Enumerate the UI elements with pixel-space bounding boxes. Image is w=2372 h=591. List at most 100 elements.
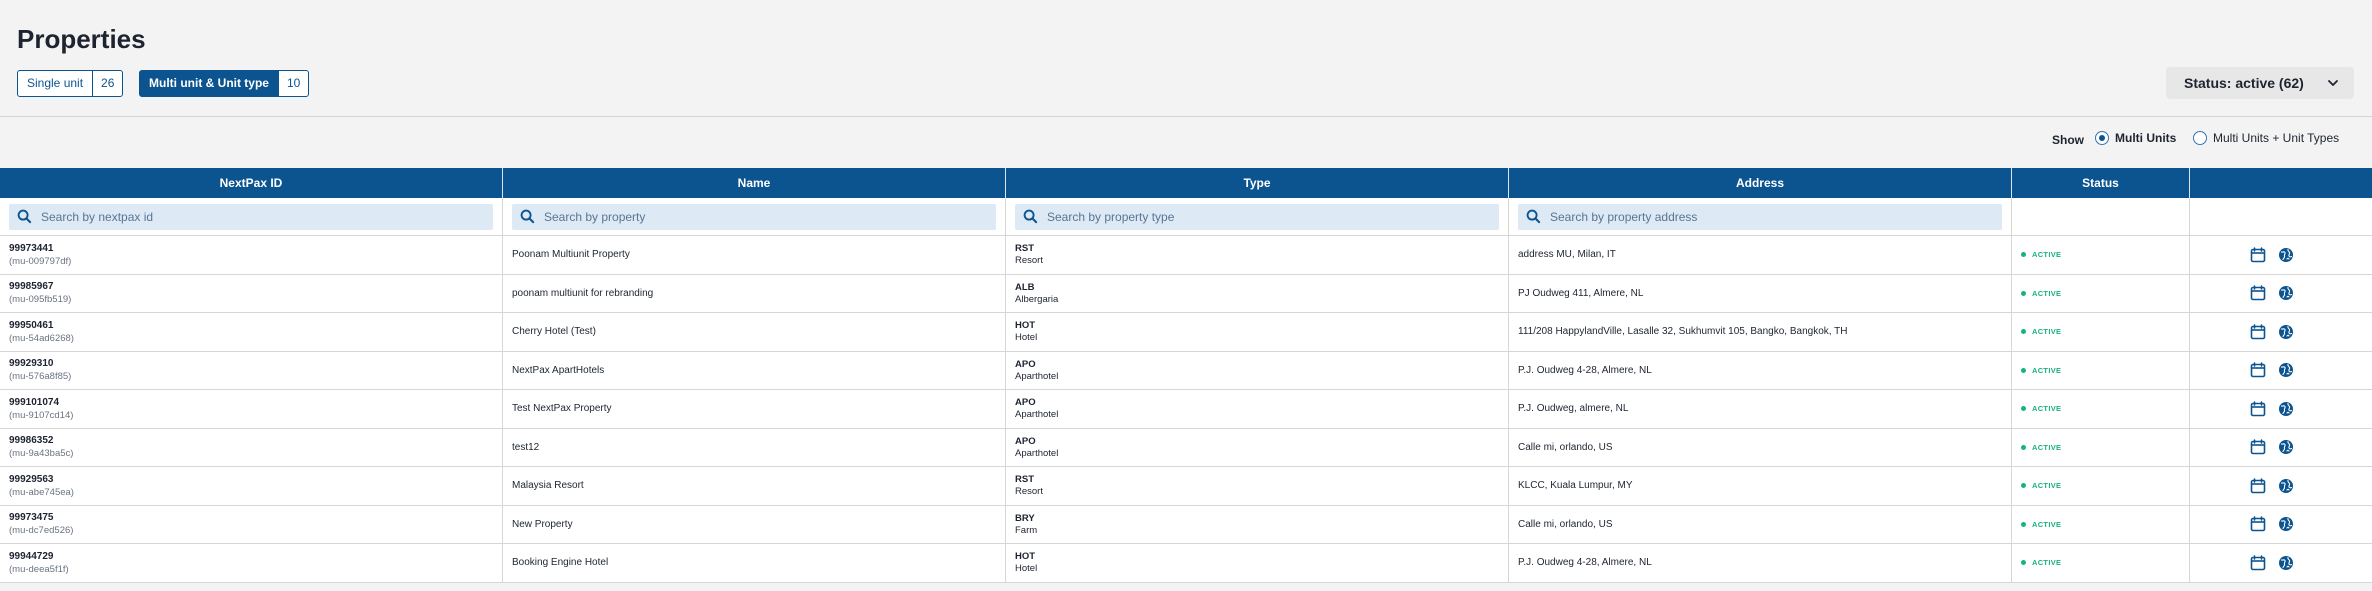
globe-icon[interactable] xyxy=(2278,555,2294,571)
nextpax-sub-id: (mu-abe745ea) xyxy=(9,486,74,498)
nextpax-id: 99944729 xyxy=(9,550,54,562)
nextpax-id: 99986352 xyxy=(9,435,54,447)
address-cell: Calle mi, orlando, US xyxy=(1509,505,2012,543)
status-dot xyxy=(2021,444,2026,450)
nextpax-id: 99973475 xyxy=(9,512,54,524)
calendar-icon[interactable] xyxy=(2250,323,2266,340)
multi-unit-label: Multi unit & Unit type xyxy=(149,76,269,90)
search-address-input[interactable]: Search by property address xyxy=(1518,203,2002,230)
column-header-address[interactable]: Address xyxy=(1509,168,2012,198)
search-name-input[interactable]: Search by property xyxy=(512,203,996,230)
table-row[interactable]: 99944729 (mu-deea5f1f) Booking Engine Ho… xyxy=(0,544,2372,583)
globe-icon[interactable] xyxy=(2278,401,2294,417)
actions-cell xyxy=(2190,544,2372,582)
type-cell: RST Resort xyxy=(1006,236,1509,274)
type-code: ALB xyxy=(1015,281,1035,293)
status-dot xyxy=(2021,521,2026,527)
address-cell: KLCC, Kuala Lumpur, MY xyxy=(1509,467,2012,505)
table-row[interactable]: 99973441 (mu-009797df) Poonam Multiunit … xyxy=(0,236,2372,275)
address-cell: 111/208 HappylandVille, Lasalle 32, Sukh… xyxy=(1509,313,2012,351)
nextpax-sub-id: (mu-deea5f1f) xyxy=(9,563,69,575)
property-address: address MU, Milan, IT xyxy=(1518,249,1616,261)
search-id-input[interactable]: Search by nextpax id xyxy=(9,203,493,230)
nextpax-sub-id: (mu-095fb519) xyxy=(9,294,72,306)
calendar-icon[interactable] xyxy=(2250,477,2266,494)
calendar-icon[interactable] xyxy=(2250,285,2266,301)
search-type-input[interactable]: Search by property type xyxy=(1015,203,1499,230)
status-dot xyxy=(2021,406,2026,412)
status-dot xyxy=(2021,560,2026,566)
address-cell: Calle mi, orlando, US xyxy=(1509,428,2012,466)
type-name: Hotel xyxy=(1015,563,1038,575)
actions-cell xyxy=(2190,236,2372,274)
search-cell: Search by property type xyxy=(1006,198,1509,235)
id-cell: 99973441 (mu-009797df) xyxy=(0,236,503,274)
property-name: Poonam Multiunit Property xyxy=(512,249,630,261)
search-address-placeholder: Search by property address xyxy=(1550,209,1698,224)
header-divider xyxy=(0,116,2372,117)
calendar-icon[interactable] xyxy=(2250,554,2266,571)
type-cell: APO Aparthotel xyxy=(1006,390,1509,428)
globe-icon[interactable] xyxy=(2278,439,2294,455)
radio-multi-units[interactable]: Multi Units xyxy=(2095,131,2176,145)
search-icon xyxy=(17,209,32,224)
radio-multi-units-types[interactable]: Multi Units + Unit Types xyxy=(2193,131,2339,145)
property-name: Malaysia Resort xyxy=(512,480,584,492)
status-dropdown-label: Status: active (62) xyxy=(2184,75,2304,91)
table-row[interactable]: 99929563 (mu-abe745ea) Malaysia Resort R… xyxy=(0,467,2372,506)
type-cell: HOT Hotel xyxy=(1006,544,1509,582)
type-cell: HOT Hotel xyxy=(1006,313,1509,351)
name-cell: Cherry Hotel (Test) xyxy=(503,313,1006,351)
property-address: KLCC, Kuala Lumpur, MY xyxy=(1518,480,1633,492)
calendar-icon[interactable] xyxy=(2250,439,2266,455)
search-type-placeholder: Search by property type xyxy=(1047,209,1175,224)
multi-unit-filter[interactable]: Multi unit & Unit type 10 xyxy=(139,70,310,97)
search-cell-empty xyxy=(2190,198,2372,235)
property-address: Calle mi, orlando, US xyxy=(1518,441,1613,453)
globe-icon[interactable] xyxy=(2278,324,2294,340)
column-header-type[interactable]: Type xyxy=(1006,168,1509,198)
type-name: Aparthotel xyxy=(1015,370,1059,382)
status-dropdown[interactable]: Status: active (62) xyxy=(2166,67,2354,99)
single-unit-filter[interactable]: Single unit 26 xyxy=(17,70,124,97)
globe-icon[interactable] xyxy=(2278,516,2294,532)
table-row[interactable]: 99950461 (mu-54ad6268) Cherry Hotel (Tes… xyxy=(0,313,2372,352)
globe-icon[interactable] xyxy=(2278,362,2294,378)
type-code: HOT xyxy=(1015,551,1036,563)
calendar-icon[interactable] xyxy=(2250,362,2266,378)
status-badge: ACTIVE xyxy=(2032,442,2062,452)
globe-icon[interactable] xyxy=(2278,285,2294,301)
table-row[interactable]: 99985967 (mu-095fb519) poonam multiunit … xyxy=(0,274,2372,313)
status-badge: ACTIVE xyxy=(2032,481,2062,491)
radio-label: Multi Units xyxy=(2115,131,2177,145)
table-row[interactable]: 99973475 (mu-dc7ed526) New Property BRY … xyxy=(0,505,2372,544)
type-name: Aparthotel xyxy=(1015,409,1059,421)
nextpax-id: 99950461 xyxy=(9,319,54,331)
nextpax-id: 99985967 xyxy=(9,281,54,293)
actions-cell xyxy=(2190,275,2372,313)
status-cell: ACTIVE xyxy=(2012,505,2190,543)
search-cell: Search by property xyxy=(503,198,1006,235)
type-name: Hotel xyxy=(1015,332,1038,344)
table-row[interactable]: 99929310 (mu-576a8f85) NextPax ApartHote… xyxy=(0,351,2372,390)
column-header-actions xyxy=(2190,168,2372,198)
property-name: poonam multiunit for rebranding xyxy=(512,287,654,299)
table-row[interactable]: 99986352 (mu-9a43ba5c) test12 APO Aparth… xyxy=(0,428,2372,467)
type-cell: ALB Albergaria xyxy=(1006,274,1509,312)
column-header-name[interactable]: Name xyxy=(503,168,1006,198)
globe-icon[interactable] xyxy=(2278,247,2294,263)
globe-icon[interactable] xyxy=(2278,478,2294,494)
calendar-icon[interactable] xyxy=(2250,246,2266,263)
radio-circle xyxy=(2193,131,2207,145)
id-cell: 99985967 (mu-095fb519) xyxy=(0,274,503,312)
calendar-icon[interactable] xyxy=(2250,516,2266,532)
calendar-icon[interactable] xyxy=(2250,400,2266,417)
status-cell: ACTIVE xyxy=(2012,544,2190,582)
table-row[interactable]: 999101074 (mu-9107cd14) Test NextPax Pro… xyxy=(0,390,2372,429)
column-header-status[interactable]: Status xyxy=(2012,168,2190,198)
status-badge: ACTIVE xyxy=(2032,558,2062,568)
property-name: Cherry Hotel (Test) xyxy=(512,326,596,338)
column-header-id[interactable]: NextPax ID xyxy=(0,168,503,198)
nextpax-sub-id: (mu-54ad6268) xyxy=(9,332,74,344)
type-name: Farm xyxy=(1015,524,1038,536)
